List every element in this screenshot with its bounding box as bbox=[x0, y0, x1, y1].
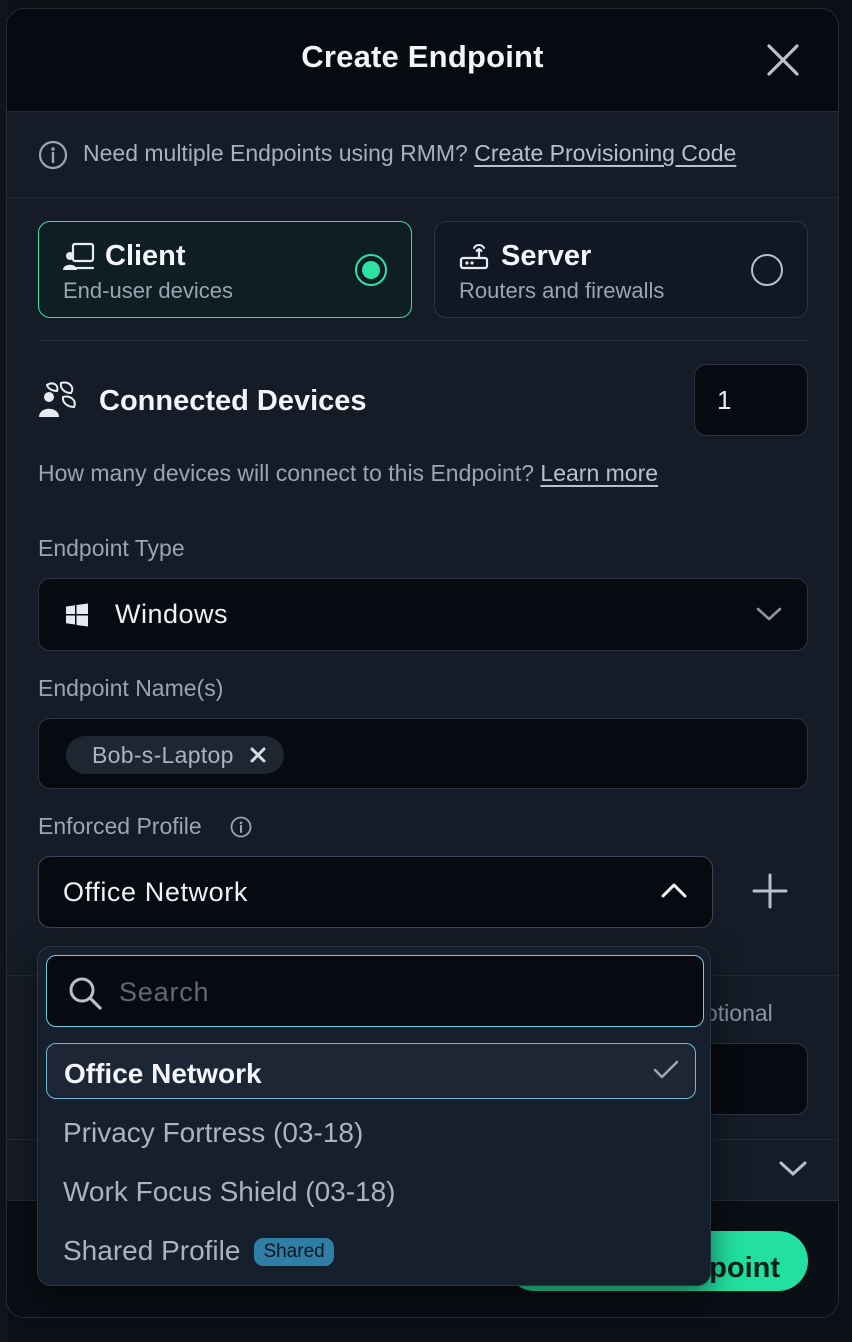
enforced-profile-label: Enforced Profile bbox=[38, 813, 202, 839]
router-icon bbox=[459, 244, 489, 270]
search-icon bbox=[69, 977, 102, 1010]
modal-title: Create Endpoint bbox=[301, 39, 544, 74]
endpoint-names-input[interactable]: Bob-s-Laptop bbox=[38, 718, 808, 789]
server-subtitle: Routers and firewalls bbox=[459, 278, 665, 303]
client-radio[interactable] bbox=[355, 254, 387, 286]
learn-more-link[interactable]: Learn more bbox=[540, 460, 658, 486]
windows-icon bbox=[66, 603, 88, 627]
server-radio[interactable] bbox=[751, 254, 783, 286]
connected-devices-helper: How many devices will connect to this En… bbox=[38, 460, 659, 486]
connected-devices-title: Connected Devices bbox=[99, 385, 367, 417]
tag-label: Bob-s-Laptop bbox=[92, 741, 234, 768]
chevron-up-icon bbox=[661, 883, 687, 898]
optional-label: otional bbox=[705, 1000, 773, 1026]
profile-option-shared-profile[interactable]: Shared Profile Shared bbox=[46, 1221, 696, 1277]
add-profile-button[interactable] bbox=[752, 873, 788, 914]
connected-devices-icon bbox=[39, 381, 76, 417]
server-option-card[interactable]: Server Routers and firewalls bbox=[434, 221, 808, 318]
profile-dropdown: Office Network Privacy Fortress (03-18) … bbox=[37, 946, 711, 1286]
create-provisioning-code-link[interactable]: Create Provisioning Code bbox=[474, 140, 736, 166]
profile-search[interactable] bbox=[46, 955, 704, 1027]
provisioning-banner: Need multiple Endpoints using RMM? Creat… bbox=[7, 112, 838, 198]
chevron-down-icon bbox=[756, 607, 782, 621]
profile-option-office-network[interactable]: Office Network bbox=[46, 1043, 696, 1099]
client-option-card[interactable]: Client End-user devices bbox=[38, 221, 412, 318]
profile-search-input[interactable] bbox=[119, 966, 689, 1018]
endpoint-type-value: Windows bbox=[115, 599, 229, 629]
enforced-profile-value: Office Network bbox=[63, 877, 248, 907]
remove-tag-button[interactable] bbox=[250, 747, 266, 763]
client-subtitle: End-user devices bbox=[63, 278, 233, 303]
device-count-input[interactable] bbox=[694, 364, 808, 436]
plus-icon bbox=[752, 873, 788, 909]
chevron-down-icon[interactable] bbox=[778, 1159, 808, 1179]
endpoint-names-label: Endpoint Name(s) bbox=[38, 675, 224, 701]
client-device-icon bbox=[63, 242, 95, 270]
endpoint-type-select[interactable]: Windows bbox=[38, 578, 808, 651]
profile-option-privacy-fortress[interactable]: Privacy Fortress (03-18) bbox=[46, 1103, 696, 1159]
check-icon bbox=[653, 1060, 679, 1079]
client-title: Client bbox=[105, 240, 186, 272]
info-icon bbox=[38, 140, 68, 170]
endpoint-name-tag: Bob-s-Laptop bbox=[66, 736, 284, 774]
banner-text: Need multiple Endpoints using RMM? Creat… bbox=[83, 140, 737, 166]
close-button[interactable] bbox=[766, 43, 800, 77]
info-icon[interactable] bbox=[230, 816, 252, 838]
server-title: Server bbox=[501, 240, 592, 272]
endpoint-type-label: Endpoint Type bbox=[38, 535, 185, 561]
modal-header: Create Endpoint bbox=[7, 9, 838, 112]
close-icon bbox=[767, 44, 799, 76]
close-icon bbox=[250, 747, 266, 763]
profile-option-work-focus-shield[interactable]: Work Focus Shield (03-18) bbox=[46, 1162, 696, 1218]
enforced-profile-select[interactable]: Office Network bbox=[38, 856, 713, 928]
shared-badge: Shared bbox=[254, 1238, 334, 1266]
section-divider bbox=[38, 340, 808, 341]
